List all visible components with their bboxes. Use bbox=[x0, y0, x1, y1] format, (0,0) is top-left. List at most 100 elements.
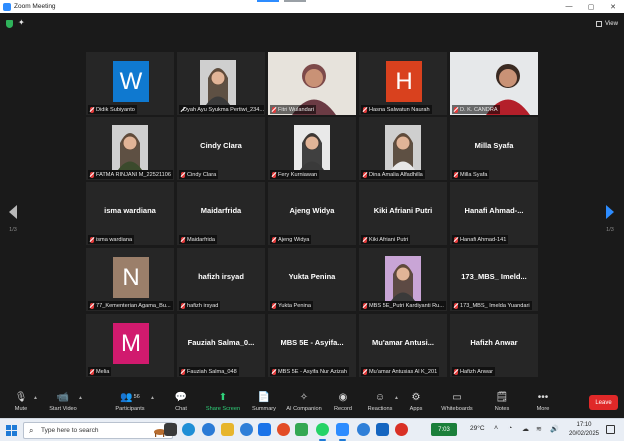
edge-browser-icon[interactable] bbox=[202, 423, 215, 436]
participant-tile[interactable]: Fitri Wulandari bbox=[268, 52, 356, 115]
whiteboards-icon: ▭ bbox=[452, 391, 462, 403]
task-view-icon[interactable] bbox=[164, 423, 177, 436]
drive-icon[interactable] bbox=[295, 423, 308, 436]
participant-name-text: Kiki Afriani Putri bbox=[369, 236, 409, 243]
participants-button[interactable]: 👥 56 Participants bbox=[105, 390, 155, 413]
more-button[interactable]: ••• More bbox=[518, 390, 568, 413]
network-icon[interactable]: ◔ bbox=[508, 425, 512, 432]
participant-tile[interactable]: FATMA RINJANI M_22521106 bbox=[86, 117, 174, 180]
participant-tile[interactable]: N 77_Kementerian Agama_Bu... bbox=[86, 248, 174, 311]
muted-mic-icon bbox=[454, 236, 458, 243]
minimize-icon[interactable]: — bbox=[558, 0, 580, 13]
participant-tile[interactable]: Fauziah Salma_0... Fauziah Salma_048 bbox=[177, 314, 265, 377]
wifi-icon[interactable]: ≋ bbox=[536, 425, 542, 433]
participant-tile[interactable]: MBS 5E - Asyifa... MBS 5E - Asyifa Nur Az… bbox=[268, 314, 356, 377]
sparkle-icon[interactable]: ✦ bbox=[18, 18, 25, 27]
participant-tile[interactable]: Maidarfrida Maidarfrida bbox=[177, 182, 265, 245]
participant-name-label: Ajeng Widya bbox=[270, 235, 312, 244]
muted-mic-icon bbox=[363, 368, 367, 375]
maximize-icon[interactable]: ▢ bbox=[580, 0, 602, 13]
participant-display-name: Hafizh Anwar bbox=[470, 338, 518, 347]
onedrive-icon[interactable]: ☁ bbox=[522, 425, 529, 433]
participant-tile[interactable]: W Didik Subiyanto bbox=[86, 52, 174, 115]
participant-tile[interactable]: Hafizh Anwar Hafizh Anwar bbox=[450, 314, 538, 377]
chrome-icon[interactable] bbox=[240, 423, 253, 436]
muted-mic-icon bbox=[454, 302, 458, 309]
page-indicator-right: 1/3 bbox=[606, 227, 614, 233]
participant-name-label: Hafizh Anwar bbox=[452, 367, 495, 376]
participant-tile[interactable]: D. K. CANDRA bbox=[450, 52, 538, 115]
market-widget[interactable]: 7:03 bbox=[431, 423, 457, 436]
profile-photo bbox=[385, 256, 421, 301]
volume-icon[interactable]: 🔊 bbox=[550, 425, 559, 433]
muted-mic-icon bbox=[90, 106, 94, 113]
grid-view-icon bbox=[596, 21, 602, 27]
participant-tile[interactable]: Mu'amar Antusi... Mu'amar Antusias Al K_2… bbox=[359, 314, 447, 377]
participant-name-label: Cindy Clara bbox=[179, 170, 219, 179]
participant-name-text: Fitri Wulandari bbox=[278, 106, 314, 113]
file-explorer-icon[interactable] bbox=[221, 423, 234, 436]
muted-mic-icon bbox=[181, 302, 185, 309]
participant-tile[interactable]: Dyah Ayu Syukma Pertiwi_234... bbox=[177, 52, 265, 115]
participants-icon: 👥 56 bbox=[120, 391, 140, 403]
share-screen-label: Share Screen bbox=[205, 406, 241, 412]
participant-tile[interactable]: H Hasna Salwatun Naurah bbox=[359, 52, 447, 115]
system-clock[interactable]: 17:10 20/02/2025 bbox=[568, 421, 600, 439]
participant-tile[interactable]: MBS 5E_Putri Kardiyanti Ru... bbox=[359, 248, 447, 311]
participant-tile[interactable]: isma wardiana isma wardiana bbox=[86, 182, 174, 245]
avatar-initial: N bbox=[113, 257, 149, 298]
muted-mic-icon bbox=[272, 302, 276, 309]
participant-tile[interactable]: M Melia bbox=[86, 314, 174, 377]
participant-tile[interactable]: Hanafi Ahmad-... Hanafi Ahmad-141 bbox=[450, 182, 538, 245]
participant-name-label: Mu'amar Antusias Al K_201 bbox=[361, 367, 440, 376]
chrome-third-icon[interactable] bbox=[395, 423, 408, 436]
apps-label: Apps bbox=[409, 406, 423, 412]
participants-options-caret-icon[interactable]: ▲ bbox=[150, 395, 155, 401]
tray-chevron-icon[interactable]: ˄ bbox=[494, 425, 498, 432]
participant-name-label: D. K. CANDRA bbox=[452, 105, 500, 114]
muted-mic-icon bbox=[454, 106, 458, 113]
participant-tile[interactable]: hafizh irsyad hafizh irsyad bbox=[177, 248, 265, 311]
start-video-button[interactable]: 📹 Start Video bbox=[38, 390, 88, 413]
chevron-left-icon bbox=[9, 205, 17, 219]
participant-display-name: Hanafi Ahmad-... bbox=[464, 206, 524, 215]
telegram-icon[interactable] bbox=[182, 423, 195, 436]
close-icon[interactable]: ✕ bbox=[602, 0, 624, 13]
participant-tile[interactable]: Cindy Clara Cindy Clara bbox=[177, 117, 265, 180]
participant-name-label: FATMA RINJANI M_22521106 bbox=[88, 170, 173, 179]
muted-mic-icon bbox=[363, 171, 367, 178]
video-options-caret-icon[interactable]: ▲ bbox=[78, 395, 83, 401]
weather-widget[interactable]: 29°C bbox=[470, 425, 485, 432]
notification-icon[interactable] bbox=[606, 425, 615, 434]
zoom-taskbar-icon[interactable] bbox=[336, 423, 349, 441]
participant-name-text: Hanafi Ahmad-141 bbox=[460, 236, 507, 243]
word-second-icon[interactable] bbox=[376, 423, 389, 436]
participant-tile[interactable]: Fery Kurniawan bbox=[268, 117, 356, 180]
participant-tile[interactable]: 173_MBS_ Imeld... 173_MBS_ Imelda Yuandar… bbox=[450, 248, 538, 311]
participant-tile[interactable]: Yukta Penina Yukta Penina bbox=[268, 248, 356, 311]
mute-label: Mute bbox=[14, 406, 28, 412]
participant-tile[interactable]: Ajeng Widya Ajeng Widya bbox=[268, 182, 356, 245]
shield-icon[interactable] bbox=[6, 20, 13, 28]
whatsapp-icon[interactable] bbox=[316, 423, 329, 441]
whiteboards-button[interactable]: ▭ Whiteboards bbox=[432, 390, 482, 413]
view-button[interactable]: View bbox=[596, 19, 618, 29]
chrome-profile-icon[interactable] bbox=[277, 423, 290, 436]
participant-name-text: FATMA RINJANI M_22521106 bbox=[95, 171, 171, 178]
participant-tile[interactable]: Milla Syafa Milla Syafa bbox=[450, 117, 538, 180]
participant-name-text: isma wardiana bbox=[96, 236, 133, 243]
participant-name-text: 77_Kementerian Agama_Bu... bbox=[96, 302, 171, 309]
participant-name-label: isma wardiana bbox=[88, 235, 135, 244]
participant-display-name: hafizh irsyad bbox=[198, 272, 244, 281]
participant-name-label: Fery Kurniawan bbox=[270, 170, 320, 179]
participant-tile[interactable]: Dina Amalia Alfadhilla bbox=[359, 117, 447, 180]
previous-page-button[interactable]: 1/3 bbox=[6, 205, 20, 233]
taskbar-search-box[interactable]: ⌕ Type here to search bbox=[23, 422, 173, 439]
chat-label: Chat bbox=[175, 406, 187, 412]
word-icon[interactable] bbox=[258, 423, 271, 436]
next-page-button[interactable]: 1/3 bbox=[603, 205, 617, 233]
windows-start-icon[interactable] bbox=[6, 425, 17, 436]
participant-tile[interactable]: Kiki Afriani Putri Kiki Afriani Putri bbox=[359, 182, 447, 245]
chrome-second-icon[interactable] bbox=[357, 423, 370, 436]
leave-button[interactable]: Leave bbox=[589, 395, 618, 410]
